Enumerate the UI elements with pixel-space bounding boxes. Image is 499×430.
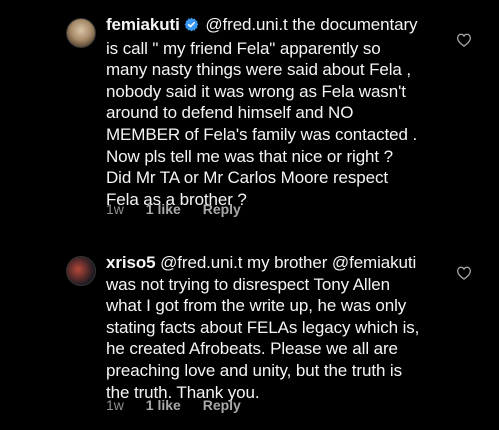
comment-text-line: was not trying to disrespect Tony Allen (106, 274, 390, 294)
avatar[interactable] (66, 18, 96, 48)
comment-meta: 1w 1 like Reply (106, 397, 259, 413)
comment-body: xriso5 @fred.uni.t my brother @femiakuti… (106, 252, 451, 403)
comment-text-line: MEMBER of Fela's family was contacted . (106, 124, 418, 144)
comment-text-line: preaching love and unity, but the truth … (106, 360, 403, 380)
comments-list: femiakuti @fred.uni.t the documentary is… (0, 0, 499, 430)
reply-button[interactable]: Reply (203, 397, 241, 413)
heart-outline-icon[interactable] (456, 33, 472, 47)
verified-badge-icon (184, 16, 199, 38)
comment-first-line: xriso5 @fred.uni.t my brother @femiakuti (106, 252, 451, 274)
like-count-link[interactable]: 1 like (146, 397, 181, 413)
comment-text-line: nobody said it was wrong as Fela wasn't (106, 81, 406, 101)
comment-text-line: many nasty things were said about Fela , (106, 60, 411, 80)
comment-text-line: @fred.uni.t the documentary (205, 15, 418, 34)
like-count-link[interactable]: 1 like (146, 201, 181, 217)
heart-outline-icon[interactable] (456, 266, 472, 280)
comment-first-line: femiakuti @fred.uni.t the documentary (106, 14, 451, 38)
comment-time: 1w (106, 397, 124, 413)
comment-text-line: Now pls tell me was that nice or right ? (106, 146, 394, 166)
comment-text-line: @fred.uni.t my brother @femiakuti (160, 253, 417, 272)
comment-text-line: is call " my friend Fela" apparently so (106, 38, 381, 58)
comment-text-line: around to defend himself and NO (106, 103, 354, 123)
username[interactable]: xriso5 (106, 253, 156, 272)
reply-button[interactable]: Reply (203, 201, 241, 217)
comment-text-line: stating facts about FELAs legacy which i… (106, 317, 420, 337)
username[interactable]: femiakuti (106, 15, 180, 34)
comment-text-line: Did Mr TA or Mr Carlos Moore respect (106, 168, 389, 188)
comment-meta: 1w 1 like Reply (106, 201, 259, 217)
comment-body: femiakuti @fred.uni.t the documentary is… (106, 14, 451, 210)
comment-text-line: what I got from the write up, he was onl… (106, 296, 407, 316)
comment-text-line: he created Afrobeats. Please we all are (106, 339, 398, 359)
avatar[interactable] (66, 256, 96, 286)
comment-time: 1w (106, 201, 124, 217)
